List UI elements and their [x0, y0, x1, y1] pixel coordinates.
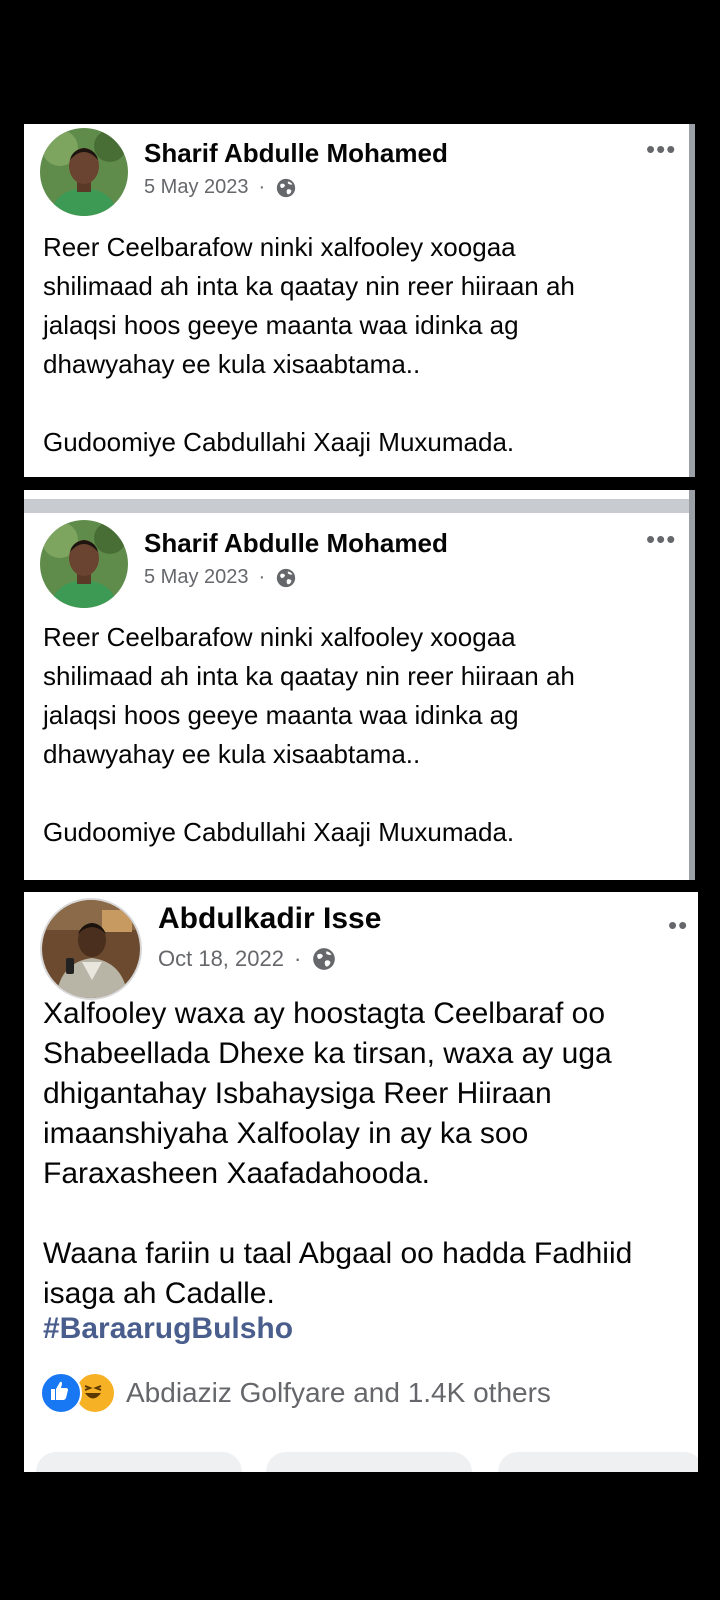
post-meta: Oct 18, 2022 · [158, 946, 337, 972]
top-black-bar [0, 0, 720, 124]
author-name[interactable]: Sharif Abdulle Mohamed [144, 138, 448, 169]
author-avatar[interactable] [40, 128, 128, 216]
bottom-black-bar [0, 1472, 720, 1600]
globe-icon [313, 948, 336, 970]
comment-button[interactable] [266, 1452, 472, 1472]
author-avatar[interactable] [40, 898, 142, 1000]
meta-separator: · [258, 176, 266, 198]
share-button[interactable] [498, 1452, 698, 1472]
post-date[interactable]: 5 May 2023 [144, 176, 249, 199]
post-meta: 5 May 2023 · [144, 176, 297, 199]
feed-divider [24, 490, 695, 514]
like-icon [40, 1372, 82, 1414]
post-meta: 5 May 2023 · [144, 566, 297, 589]
more-options-icon[interactable]: •• [668, 910, 688, 941]
meta-separator: · [293, 946, 302, 971]
more-options-icon[interactable]: ••• [646, 524, 676, 555]
meta-separator: · [258, 566, 266, 588]
reactions-text: Abdiaziz Golfyare and 1.4K others [126, 1377, 551, 1408]
post-card-3: Abdulkadir Isse Oct 18, 2022 · •• Xalfoo… [24, 892, 698, 1472]
globe-icon [277, 178, 296, 197]
post-date[interactable]: 5 May 2023 [144, 566, 249, 589]
post-text: Reer Ceelbarafow ninki xalfooley xoogaa … [43, 622, 575, 847]
screenshot: Sharif Abdulle Mohamed 5 May 2023 · ••• … [0, 0, 720, 1600]
post-card-1: Sharif Abdulle Mohamed 5 May 2023 · ••• … [24, 124, 695, 477]
post-text: Reer Ceelbarafow ninki xalfooley xoogaa … [43, 232, 575, 457]
post-card-2: Sharif Abdulle Mohamed 5 May 2023 · ••• … [24, 514, 695, 880]
author-name[interactable]: Sharif Abdulle Mohamed [144, 528, 448, 559]
post-date[interactable]: Oct 18, 2022 [158, 946, 284, 972]
author-name[interactable]: Abdulkadir Isse [158, 902, 381, 936]
author-avatar[interactable] [40, 520, 128, 608]
reactions-summary[interactable]: Abdiaziz Golfyare and 1.4K others [40, 1372, 551, 1414]
more-options-icon[interactable]: ••• [646, 134, 676, 165]
globe-icon [277, 568, 296, 587]
like-button[interactable] [36, 1452, 242, 1472]
hashtag-link[interactable]: #BaraarugBulsho [43, 1312, 293, 1346]
post-text: Xalfooley waxa ay hoostagta Ceelbaraf oo… [43, 997, 633, 1310]
